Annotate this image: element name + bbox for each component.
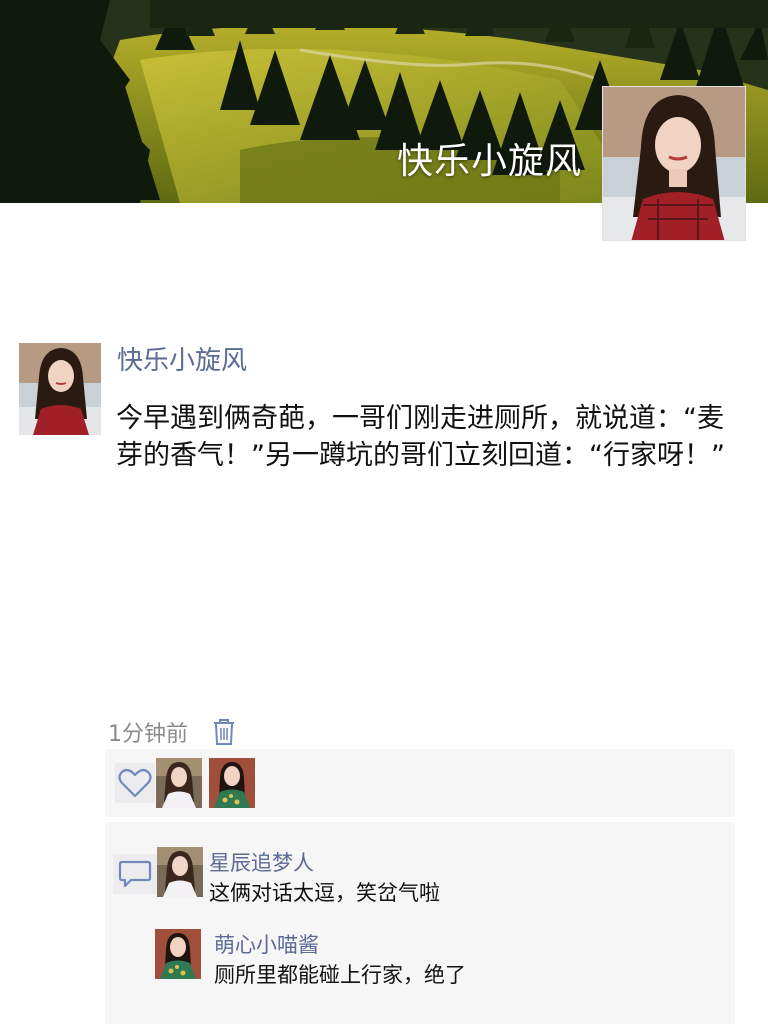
commenter-avatar[interactable] (155, 929, 201, 979)
avatar-girl-plaid-photo (19, 343, 101, 435)
comment-text: 这俩对话太逗，笑岔气啦 (209, 881, 440, 905)
comments-panel: 星辰追梦人 这俩对话太逗，笑岔气啦 萌心小喵酱 厕所里都能碰上行家，绝了 (105, 822, 735, 1024)
profile-avatar[interactable] (602, 86, 746, 241)
avatar-girl-plaid-photo (603, 87, 745, 240)
post-content: 今早遇到俩奇葩，一哥们刚走进厕所，就说道：“麦芽的香气！”另一蹲坑的哥们立刻回道… (116, 403, 725, 471)
avatar-girl-green-dress (209, 758, 255, 808)
post-meta: 1分钟前 (108, 716, 236, 748)
cover-username: 快乐小旋风 (396, 141, 582, 182)
heart-icon[interactable] (115, 763, 155, 803)
avatar-girl-white-top (156, 758, 202, 808)
liker-avatar[interactable] (209, 758, 255, 808)
likes-panel (105, 749, 735, 817)
commenter-name[interactable]: 萌心小喵酱 (214, 929, 319, 959)
post-author-avatar[interactable] (19, 343, 101, 435)
commenter-name[interactable]: 星辰追梦人 (209, 847, 314, 877)
avatar-girl-white-top (157, 847, 203, 897)
post-author-name[interactable]: 快乐小旋风 (117, 340, 247, 377)
avatar-girl-green-dress (155, 929, 201, 979)
commenter-avatar[interactable] (157, 847, 203, 897)
trash-icon[interactable] (212, 718, 236, 746)
comment-icon[interactable] (113, 854, 157, 894)
post-timestamp: 1分钟前 (108, 722, 188, 747)
liker-avatar[interactable] (156, 758, 202, 808)
comment-text: 厕所里都能碰上行家，绝了 (214, 963, 466, 987)
